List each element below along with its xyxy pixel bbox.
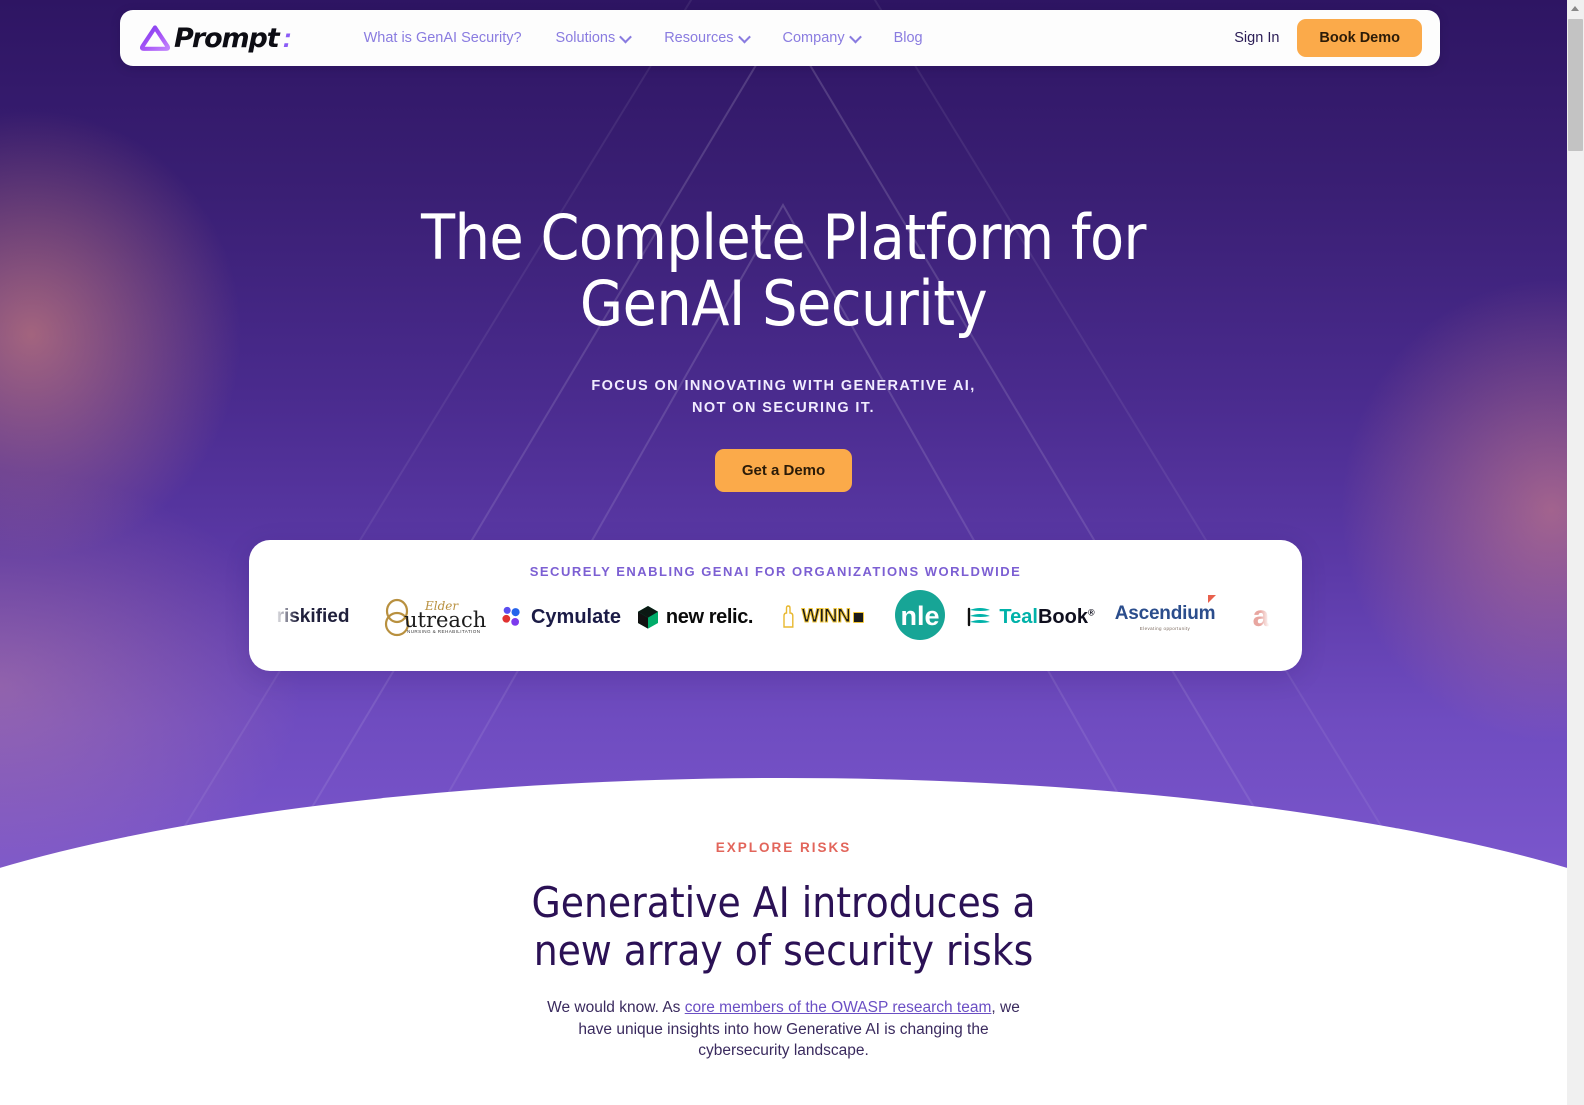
section-eyebrow: EXPLORE RISKS <box>715 840 852 855</box>
tealbook-icon <box>968 607 991 627</box>
chevron-down-icon <box>737 30 751 43</box>
svg-text:NURSING & REHABILITATION: NURSING & REHABILITATION <box>407 629 481 634</box>
nav-label: Blog <box>893 30 923 46</box>
tealbook-text: TealBook® <box>999 605 1095 628</box>
logo-riskified: riskified <box>263 595 363 639</box>
new-relic-icon <box>637 606 658 629</box>
hero-subtitle-line-2: NOT ON SECURING IT. <box>692 400 875 416</box>
ascendium-text: Ascendium <box>1114 603 1216 624</box>
page-viewport: The Complete Platform for GenAI Security… <box>0 0 1567 1105</box>
hero-subtitle-line-1: FOCUS ON INNOVATING WITH GENERATIVE AI, <box>591 378 976 394</box>
winn-hand-icon <box>782 605 794 628</box>
svg-text:Elder: Elder <box>424 599 459 613</box>
logo-ascendium: Ascendium Elevating opportunity <box>1110 595 1220 639</box>
hero-title-line-1: The Complete Platform for <box>421 201 1146 274</box>
nav-item-company[interactable]: Company <box>782 30 862 46</box>
hero-subtitle: FOCUS ON INNOVATING WITH GENERATIVE AI, … <box>0 375 1567 419</box>
nav-item-what-is-genai-security[interactable]: What is GenAI Security? <box>364 30 522 46</box>
logo-riskified-text: riskified <box>276 606 350 627</box>
ascendium-tagline: Elevating opportunity <box>1139 626 1191 631</box>
scrollbar-thumb[interactable] <box>1568 19 1583 151</box>
nav-actions: Sign In Book Demo <box>1234 19 1422 57</box>
brand-logo[interactable]: Prompt: <box>140 23 292 54</box>
logo-partial: a <box>1234 595 1288 639</box>
nav-item-resources[interactable]: Resources <box>664 30 751 46</box>
winn-superscript-badge <box>853 611 865 623</box>
logo-new-relic: new relic. <box>635 595 755 639</box>
logos-row: riskified utreach Elder NURSING & REHABI… <box>249 589 1302 640</box>
nav-label: What is GenAI Security? <box>363 30 522 46</box>
ascendium-flag-icon <box>1208 595 1217 603</box>
section-title: Generative AI introduces a new array of … <box>0 879 1567 975</box>
owasp-research-team-link[interactable]: core members of the OWASP research team <box>685 999 992 1016</box>
cymulate-dots-icon <box>502 606 520 626</box>
scrollbar-up-arrow-icon[interactable] <box>1567 0 1584 17</box>
body-text-before: We would know. As <box>547 999 685 1016</box>
nav-label: Solutions <box>555 30 616 46</box>
cymulate-text: Cymulate <box>530 605 621 628</box>
ascendium-wordmark: Ascendium <box>1114 595 1217 625</box>
section-title-line-1: Generative AI introduces a <box>531 878 1036 927</box>
nav-item-blog[interactable]: Blog <box>894 30 923 46</box>
section-body: We would know. As core members of the OW… <box>534 997 1034 1062</box>
logo-nle: nle <box>888 589 952 640</box>
get-a-demo-button[interactable]: Get a Demo <box>714 449 853 492</box>
nav-item-solutions[interactable]: Solutions <box>555 30 633 46</box>
section-title-line-2: new array of security risks <box>533 926 1034 975</box>
winn-text: WINN <box>801 606 851 628</box>
nav-links: What is GenAI Security? Solutions Resour… <box>364 30 923 46</box>
logo-tealbook: TealBook® <box>966 595 1096 639</box>
hero-section: The Complete Platform for GenAI Security… <box>0 0 1567 880</box>
customer-logos-card: SECURELY ENABLING GENAI FOR ORGANIZATION… <box>249 540 1302 671</box>
nle-svg: nle <box>895 589 945 640</box>
nav-label: Resources <box>664 30 734 46</box>
chevron-down-icon <box>848 30 862 43</box>
book-demo-button[interactable]: Book Demo <box>1297 19 1422 57</box>
logo-partial-text: a <box>1252 600 1270 633</box>
navigation-bar: Prompt: What is GenAI Security? Solution… <box>120 10 1440 66</box>
hero-title-line-2: GenAI Security <box>579 267 988 340</box>
sign-in-link[interactable]: Sign In <box>1234 30 1279 46</box>
brand-name: Prompt <box>174 22 280 54</box>
nle-mark: nle <box>894 589 946 646</box>
hero-content: The Complete Platform for GenAI Security… <box>0 205 1567 492</box>
logo-winn: WINN <box>769 595 874 639</box>
logos-label: SECURELY ENABLING GENAI FOR ORGANIZATION… <box>529 564 1022 579</box>
logo-elder-outreach: utreach Elder NURSING & REHABILITATION <box>377 595 487 639</box>
nav-label: Company <box>782 30 845 46</box>
explore-risks-section: EXPLORE RISKS Generative AI introduces a… <box>0 840 1567 1062</box>
browser-scrollbar[interactable] <box>1567 0 1584 1105</box>
svg-text:nle: nle <box>900 601 939 631</box>
logo-cymulate: Cymulate <box>501 595 621 639</box>
elder-outreach-svg: utreach Elder NURSING & REHABILITATION <box>384 598 486 637</box>
triangle-logo-svg <box>140 24 170 51</box>
chevron-down-icon <box>619 30 633 43</box>
brand-colon: : <box>282 22 292 53</box>
page-title: The Complete Platform for GenAI Security <box>0 205 1567 337</box>
elder-outreach-mark: utreach Elder NURSING & REHABILITATION <box>377 597 487 637</box>
prompt-triangle-logo-icon <box>140 24 170 52</box>
new-relic-text: new relic. <box>665 605 754 628</box>
